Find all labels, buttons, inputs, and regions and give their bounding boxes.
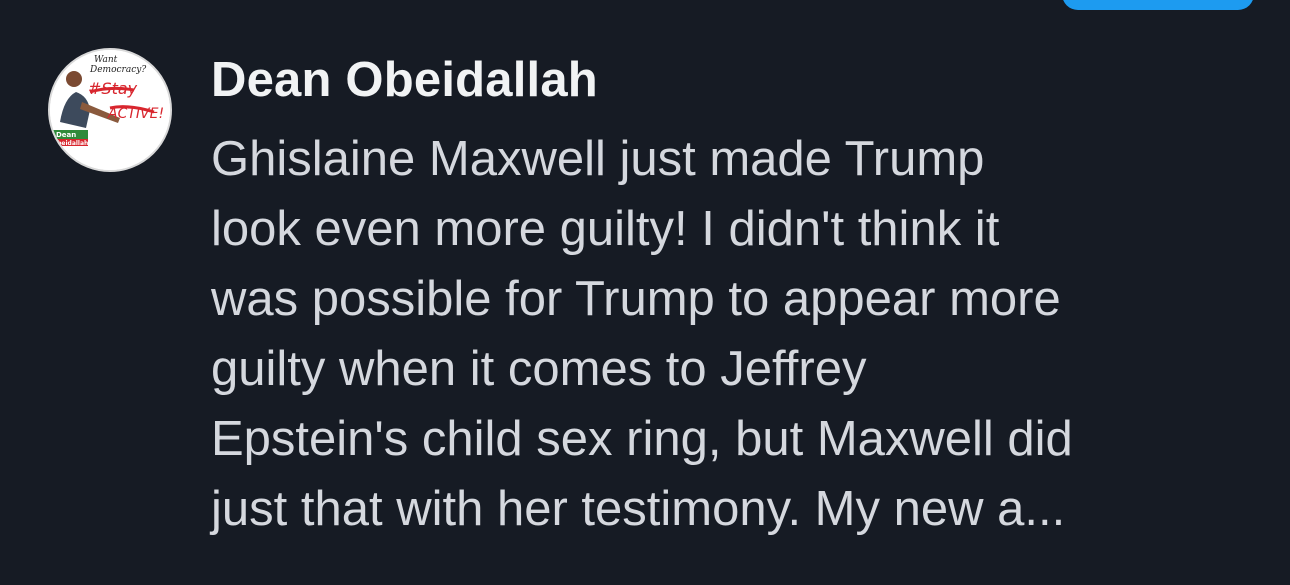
avatar-logo-image: Want Democracy? #Stay ACTIVE! Dean Obeid… bbox=[50, 50, 170, 170]
avatar-text-active: ACTIVE! bbox=[107, 106, 164, 122]
author-name[interactable]: Dean Obeidallah bbox=[211, 52, 598, 108]
avatar-text-obeidallah: Obeidallah bbox=[52, 140, 88, 147]
post-body-text: Ghislaine Maxwell just made Trump look e… bbox=[211, 132, 1073, 536]
post-card: Want Democracy? #Stay ACTIVE! Dean Obeid… bbox=[0, 0, 1290, 585]
avatar[interactable]: Want Democracy? #Stay ACTIVE! Dean Obeid… bbox=[48, 48, 172, 172]
avatar-text-stay: #Stay bbox=[88, 79, 138, 98]
avatar-text-want: Want bbox=[94, 55, 118, 65]
avatar-text-democracy: Democracy? bbox=[89, 65, 146, 75]
avatar-text-dean: Dean bbox=[56, 131, 76, 139]
